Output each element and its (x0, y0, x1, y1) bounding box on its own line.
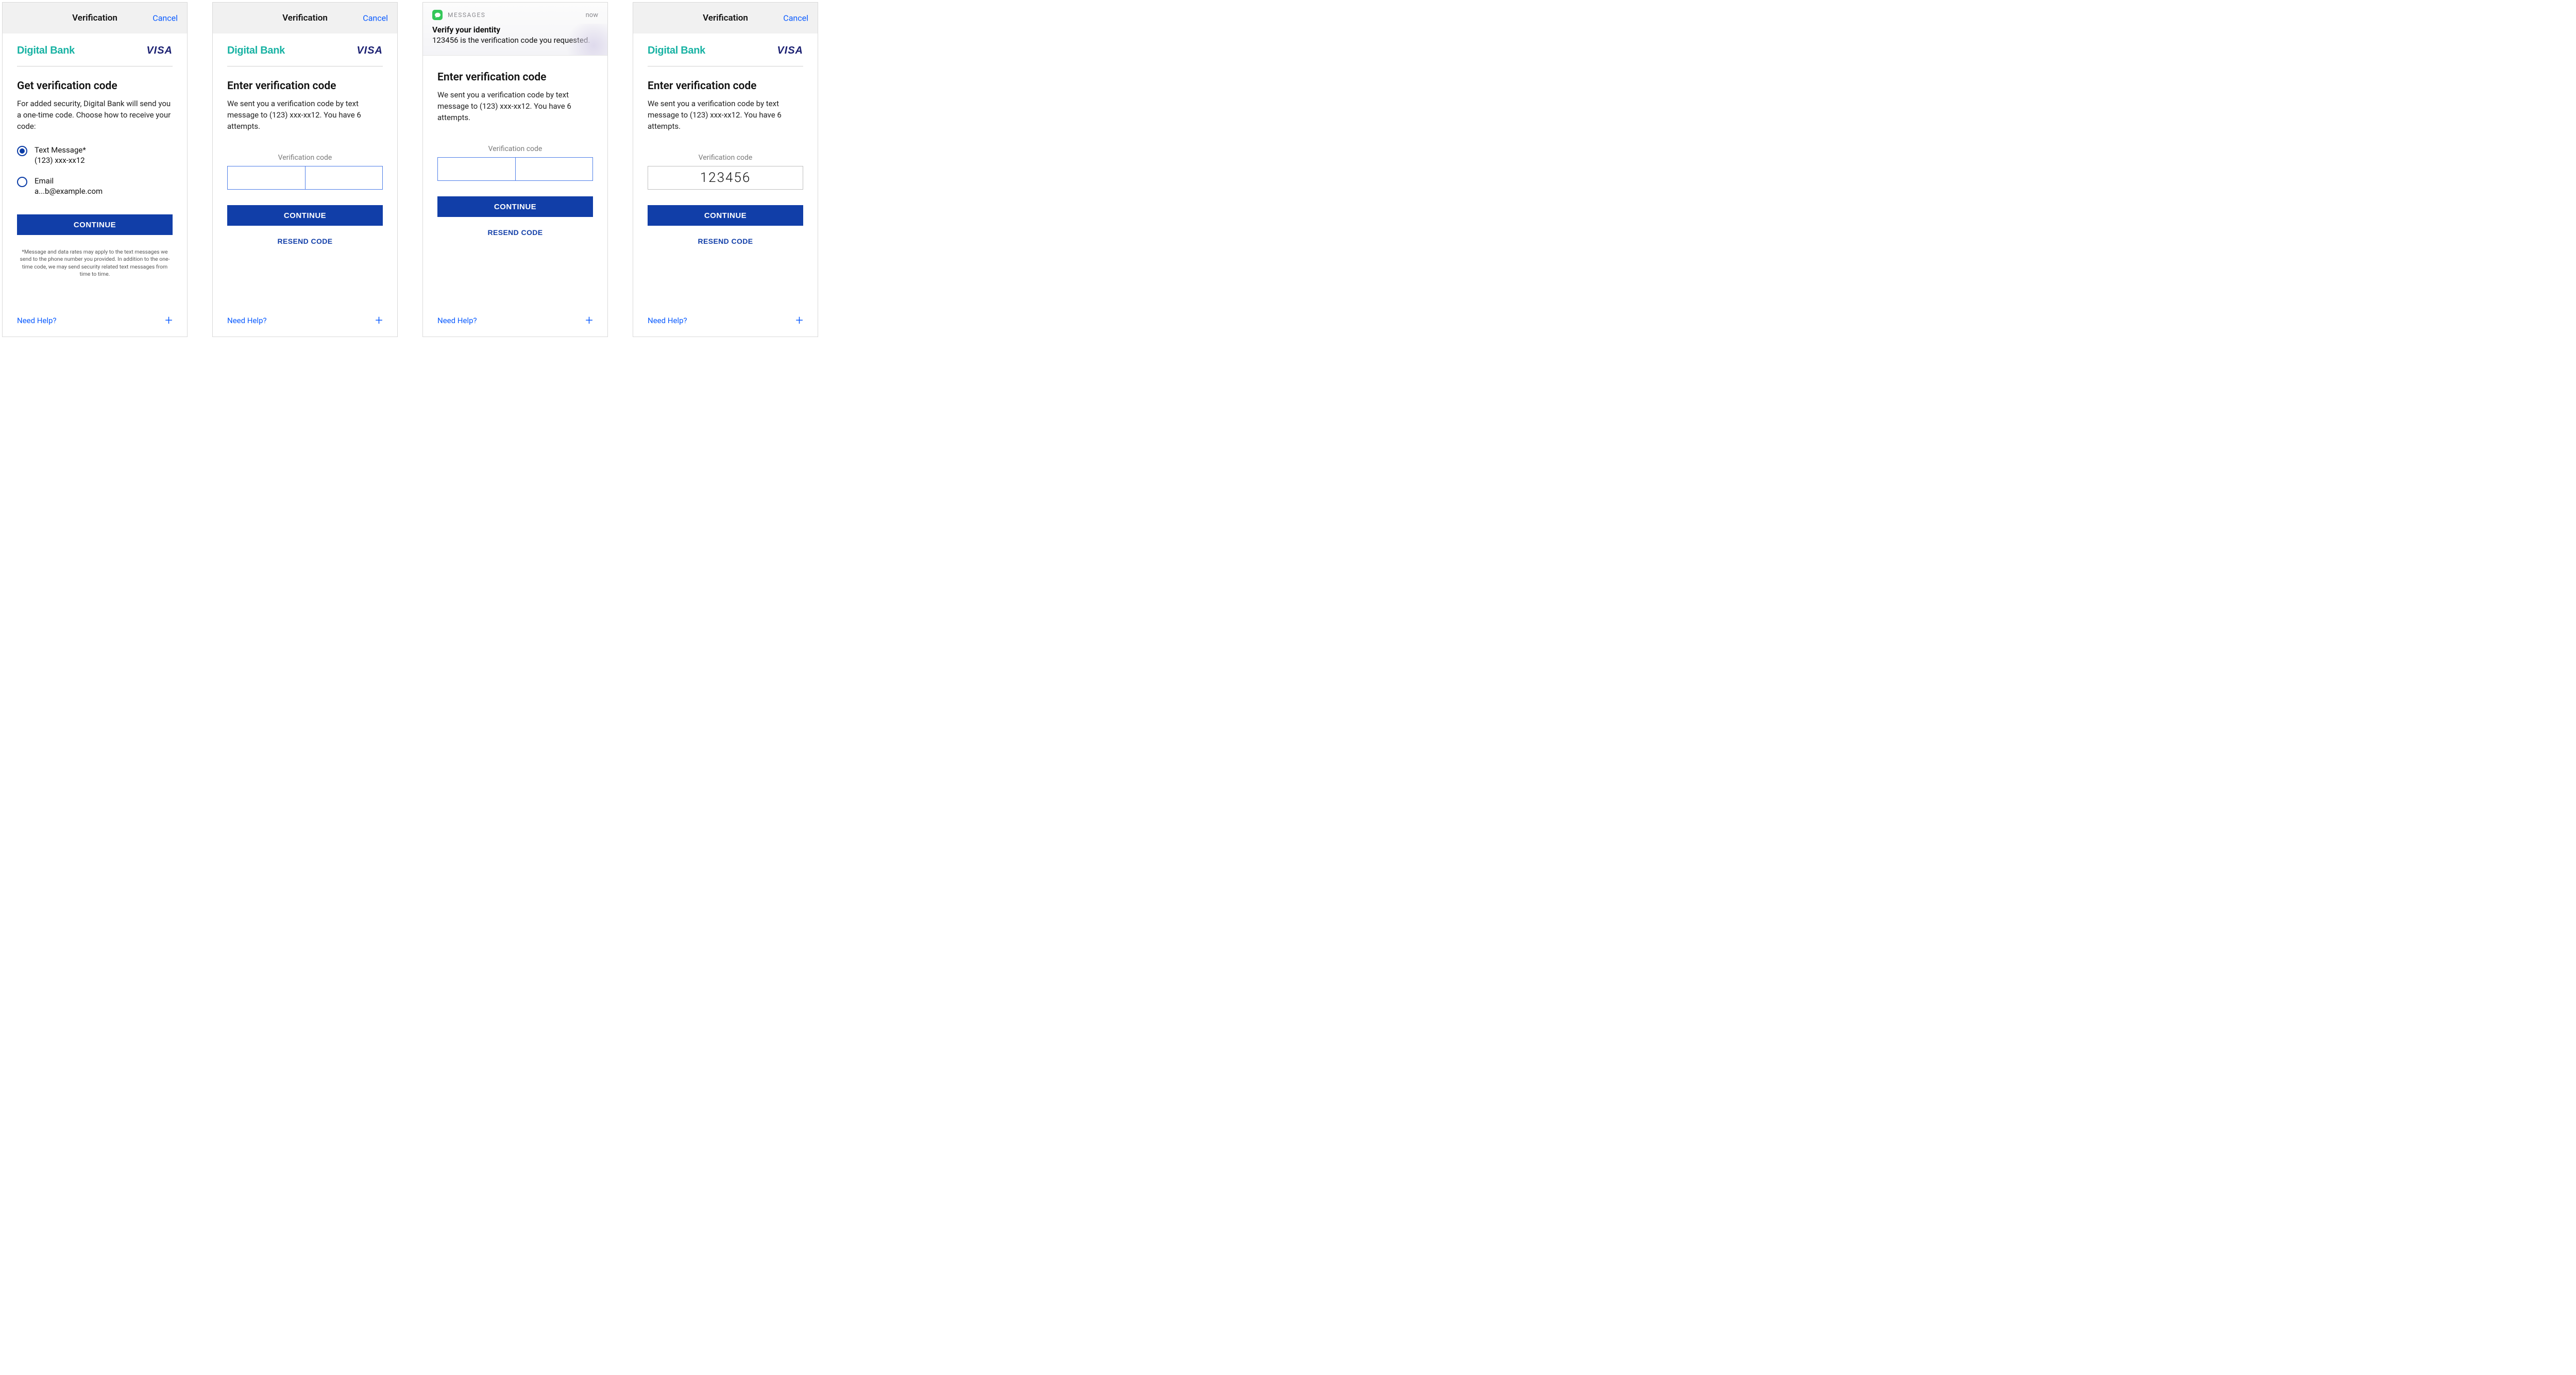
topbar: Verification Cancel (213, 3, 397, 33)
section-heading: Enter verification code (648, 80, 803, 92)
notification-app-name: MESSAGES (448, 11, 485, 19)
help-link[interactable]: Need Help? (648, 316, 687, 325)
plus-icon[interactable]: + (795, 314, 803, 327)
code-input-label: Verification code (437, 145, 593, 153)
content: Digital Bank VISA Get verification code … (3, 33, 187, 314)
resend-code-button[interactable]: RESEND CODE (648, 237, 803, 245)
screen-enter-code-with-notification: MESSAGES now Verify your identity 123456… (422, 2, 608, 337)
bank-logo: Digital Bank (227, 45, 285, 57)
code-input[interactable] (437, 157, 593, 181)
help-link[interactable]: Need Help? (437, 316, 477, 325)
plus-icon[interactable]: + (165, 314, 173, 327)
visa-logo: VISA (777, 45, 803, 57)
brand-row: Digital Bank VISA (17, 45, 173, 66)
option-label: Text Message* (35, 145, 86, 155)
bank-logo: Digital Bank (648, 45, 705, 57)
plus-icon[interactable]: + (585, 314, 593, 327)
option-email[interactable]: Email a...b@example.com (17, 176, 173, 196)
continue-button[interactable]: CONTINUE (437, 196, 593, 217)
page-title: Verification (72, 13, 117, 23)
content: Digital Bank VISA Enter verification cod… (633, 33, 818, 314)
resend-code-button[interactable]: RESEND CODE (437, 228, 593, 237)
notification-time: now (586, 11, 598, 19)
cancel-button[interactable]: Cancel (783, 13, 808, 23)
page-title: Verification (703, 13, 748, 23)
content: Digital Bank VISA Enter verification cod… (423, 56, 607, 314)
code-input[interactable]: 123456 (648, 166, 803, 190)
section-body: We sent you a verification code by text … (227, 98, 383, 132)
footnote: *Message and data rates may apply to the… (17, 248, 173, 278)
delivery-options: Text Message* (123) xxx-xx12 Email a...b… (17, 145, 173, 207)
notification-body: 123456 is the verification code you requ… (432, 36, 598, 45)
section-heading: Enter verification code (437, 71, 593, 83)
page-title: Verification (282, 13, 328, 23)
messages-app-icon (432, 10, 443, 20)
screen-get-code: Verification Cancel Digital Bank VISA Ge… (2, 2, 188, 337)
option-text-message[interactable]: Text Message* (123) xxx-xx12 (17, 145, 173, 165)
topbar: Verification Cancel (3, 3, 187, 33)
screen-enter-code-filled: Verification Cancel Digital Bank VISA En… (633, 2, 818, 337)
plus-icon[interactable]: + (375, 314, 383, 327)
visa-logo: VISA (146, 45, 173, 57)
code-input[interactable] (227, 166, 383, 190)
section-body: We sent you a verification code by text … (648, 98, 803, 132)
code-input-label: Verification code (648, 154, 803, 162)
option-sub: a...b@example.com (35, 187, 103, 196)
code-input-label: Verification code (227, 154, 383, 162)
section-body: For added security, Digital Bank will se… (17, 98, 173, 132)
help-link[interactable]: Need Help? (17, 316, 57, 325)
cancel-button[interactable]: Cancel (363, 13, 388, 23)
bank-logo: Digital Bank (17, 45, 75, 57)
cancel-button[interactable]: Cancel (152, 13, 178, 23)
topbar: Verification Cancel (633, 3, 818, 33)
section-body: We sent you a verification code by text … (437, 90, 593, 123)
brand-row: Digital Bank VISA (648, 45, 803, 66)
visa-logo: VISA (357, 45, 383, 57)
sms-notification[interactable]: MESSAGES now Verify your identity 123456… (423, 3, 607, 56)
option-sub: (123) xxx-xx12 (35, 156, 86, 165)
screen-enter-code-empty: Verification Cancel Digital Bank VISA En… (212, 2, 398, 337)
brand-row: Digital Bank VISA (227, 45, 383, 66)
bottom-bar: Need Help? + (423, 314, 607, 337)
bottom-bar: Need Help? + (633, 314, 818, 337)
section-heading: Enter verification code (227, 80, 383, 92)
radio-icon (17, 146, 27, 156)
continue-button[interactable]: CONTINUE (17, 214, 173, 235)
section-heading: Get verification code (17, 80, 173, 92)
continue-button[interactable]: CONTINUE (648, 205, 803, 226)
bottom-bar: Need Help? + (213, 314, 397, 337)
radio-icon (17, 177, 27, 187)
notification-title: Verify your identity (432, 25, 598, 35)
content: Digital Bank VISA Enter verification cod… (213, 33, 397, 314)
continue-button[interactable]: CONTINUE (227, 205, 383, 226)
option-label: Email (35, 176, 103, 186)
help-link[interactable]: Need Help? (227, 316, 267, 325)
bottom-bar: Need Help? + (3, 314, 187, 337)
resend-code-button[interactable]: RESEND CODE (227, 237, 383, 245)
